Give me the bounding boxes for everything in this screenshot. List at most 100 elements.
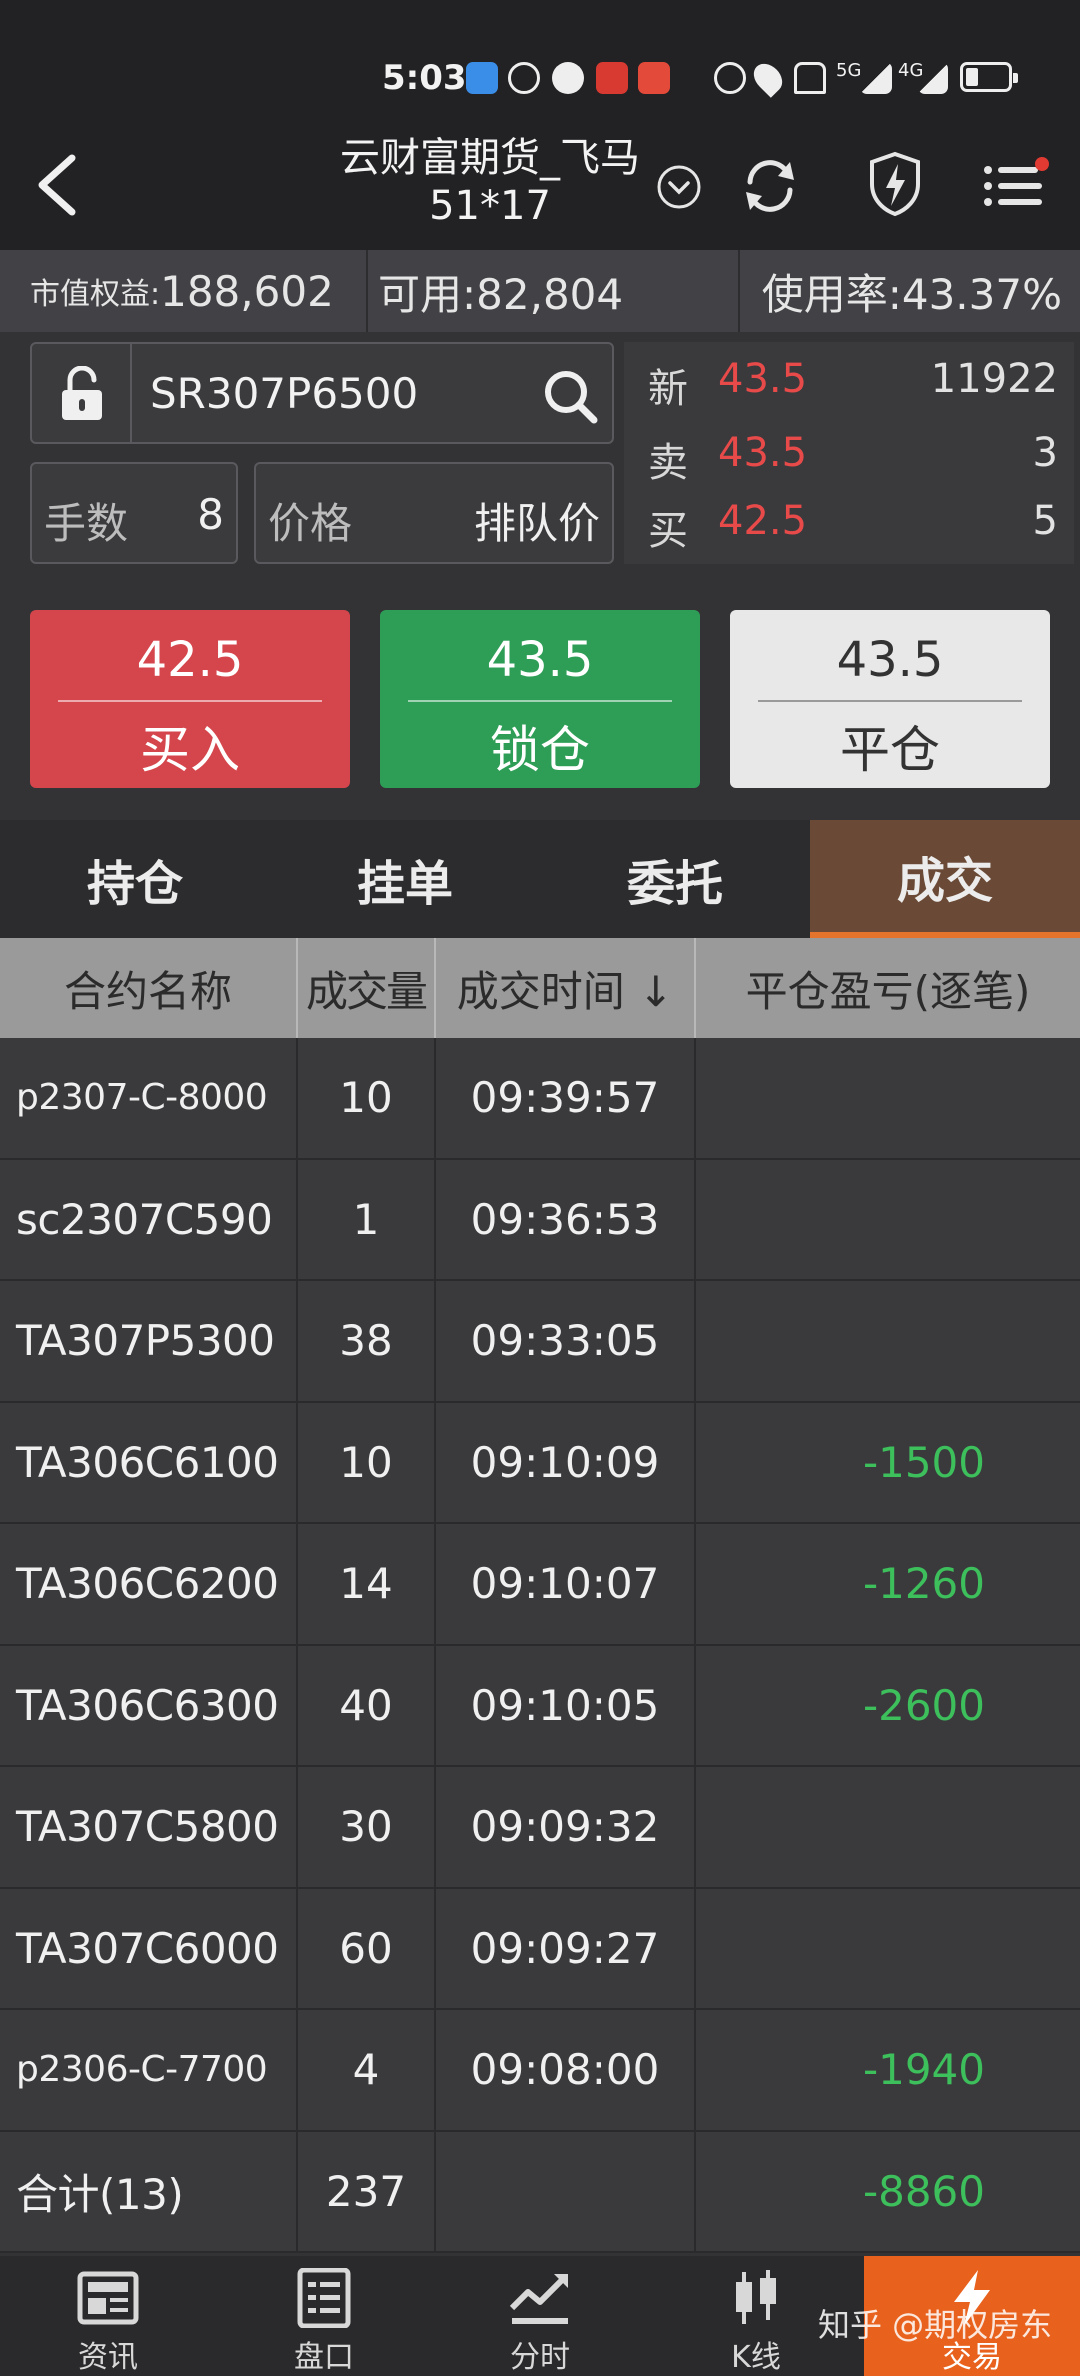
cell-contract: TA307P5300 <box>0 1281 298 1401</box>
lock-label: 锁仓 <box>490 721 590 779</box>
cell-pnl: -1940 <box>862 2045 985 2095</box>
cell-pnl: -1260 <box>862 1559 985 1609</box>
cell-quantity: 60 <box>298 1888 436 2008</box>
table-total-row: 合计(13) 237 -8860 <box>0 2131 1080 2253</box>
cell-quantity: 30 <box>298 1767 436 1887</box>
ask-label: 卖 <box>648 440 688 486</box>
close-price: 43.5 <box>836 632 944 688</box>
cell-quantity: 10 <box>298 1402 436 1522</box>
candlestick-icon <box>736 2270 776 2324</box>
mute-icon <box>794 62 826 94</box>
orderbook-icon <box>297 2268 351 2328</box>
menu-icon[interactable] <box>982 156 1052 216</box>
price-value: 排队价 <box>473 499 600 548</box>
cell-quantity: 40 <box>298 1645 436 1765</box>
table-row[interactable]: sc2307C590 1 09:36:53 <box>0 1159 1080 1281</box>
contract-code-field[interactable]: SR307P6500 <box>30 342 614 444</box>
tab-orders[interactable]: 委托 <box>540 820 810 938</box>
table-row[interactable]: TA307C5800 30 09:09:32 <box>0 1767 1080 1889</box>
total-label: 合计(13) <box>0 2131 298 2251</box>
status-time: 5:03 <box>382 58 467 98</box>
last-volume: 11922 <box>930 356 1058 402</box>
total-time <box>436 2131 696 2251</box>
available-funds: 可用:82,804 <box>368 250 740 332</box>
cell-contract: TA306C6100 <box>0 1402 298 1522</box>
weather-icon <box>466 62 498 94</box>
ask-volume: 3 <box>1032 430 1058 476</box>
news-icon <box>77 2271 139 2325</box>
price-field[interactable]: 价格 排队价 <box>254 462 614 564</box>
header-close-pnl[interactable]: 平仓盈亏(逐笔) <box>696 938 1080 1038</box>
last-label: 新 <box>648 366 688 412</box>
cell-time: 09:10:05 <box>436 1645 696 1765</box>
nav-orderbook[interactable]: 盘口 <box>216 2256 432 2376</box>
cell-time: 09:33:05 <box>436 1281 696 1401</box>
table-row[interactable]: TA307P5300 38 09:33:05 <box>0 1281 1080 1403</box>
account-name: 云财富期货_飞马 <box>340 135 640 181</box>
intraday-chart-icon <box>509 2274 568 2324</box>
cell-pnl <box>696 1281 1080 1401</box>
nav-intraday[interactable]: 分时 <box>432 2256 648 2376</box>
lots-field[interactable]: 手数 8 <box>30 462 238 564</box>
tab-fills[interactable]: 成交 <box>810 820 1080 938</box>
network-5g-label: 5G <box>836 60 862 81</box>
account-title[interactable]: 云财富期货_飞马 51*17 <box>300 134 680 230</box>
cell-quantity: 14 <box>298 1524 436 1644</box>
buy-price: 42.5 <box>136 632 244 688</box>
buy-button[interactable]: 42.5 买入 <box>30 610 350 788</box>
cell-quantity: 4 <box>298 2010 436 2130</box>
cell-pnl <box>696 1767 1080 1887</box>
bid-volume: 5 <box>1032 498 1058 544</box>
nav-orderbook-label: 盘口 <box>294 2340 354 2375</box>
lock-toggle[interactable] <box>32 344 132 442</box>
location-icon <box>748 58 788 98</box>
table-row[interactable]: TA306C6100 10 09:10:09 -1500 <box>0 1402 1080 1524</box>
total-pnl: -8860 <box>862 2166 985 2216</box>
status-bar: 5:03 5G 4G <box>0 0 1080 120</box>
lots-value: 8 <box>197 490 224 539</box>
nav-intraday-label: 分时 <box>510 2340 570 2375</box>
nav-news[interactable]: 资讯 <box>0 2256 216 2376</box>
header-quantity[interactable]: 成交量 <box>298 938 436 1038</box>
contract-code: SR307P6500 <box>150 369 419 418</box>
cell-time: 09:39:57 <box>436 1038 696 1158</box>
shield-bolt-icon[interactable] <box>866 150 924 218</box>
cell-quantity: 1 <box>298 1159 436 1279</box>
header-contract-name[interactable]: 合约名称 <box>0 938 298 1038</box>
cell-contract: TA306C6300 <box>0 1645 298 1765</box>
cell-contract: p2306-C-7700 <box>0 2010 298 2130</box>
table-row[interactable]: TA307C6000 60 09:09:27 <box>0 1888 1080 2010</box>
account-summary-bar: 市值权益: 188,602 可用:82,804 使用率:43.37% <box>0 250 1080 332</box>
table-row[interactable]: TA306C6300 40 09:10:05 -2600 <box>0 1645 1080 1767</box>
table-row[interactable]: TA306C6200 14 09:10:07 -1260 <box>0 1524 1080 1646</box>
back-icon[interactable] <box>28 150 88 220</box>
cell-time: 09:10:09 <box>436 1402 696 1522</box>
close-position-button[interactable]: 43.5 平仓 <box>730 610 1050 788</box>
cell-time: 09:36:53 <box>436 1159 696 1279</box>
cell-quantity: 10 <box>298 1038 436 1158</box>
table-row[interactable]: p2307-C-8000 10 09:39:57 <box>0 1038 1080 1160</box>
cell-pnl <box>696 1889 1080 2009</box>
lots-label: 手数 <box>44 499 129 548</box>
refresh-icon[interactable] <box>740 154 800 218</box>
lock-price: 43.5 <box>486 632 594 688</box>
cell-contract: TA307C5800 <box>0 1767 298 1887</box>
button-divider <box>758 700 1022 702</box>
tab-pending-orders[interactable]: 挂单 <box>270 820 540 938</box>
buy-label: 买入 <box>140 721 240 779</box>
cell-pnl: -2600 <box>862 1680 985 1730</box>
table-row[interactable]: p2306-C-7700 4 09:08:00 -1940 <box>0 2010 1080 2132</box>
bid-label: 买 <box>648 508 688 554</box>
header-fill-time[interactable]: 成交时间 ↓ <box>436 938 696 1038</box>
search-icon[interactable] <box>540 366 600 426</box>
equity-label: 市值权益: <box>30 277 161 312</box>
cell-contract: sc2307C590 <box>0 1159 298 1279</box>
cell-pnl: -1500 <box>862 1437 985 1487</box>
total-quantity: 237 <box>298 2131 436 2251</box>
watermark-text: 知乎 @期权房东 <box>818 2306 1053 2344</box>
chat-icon <box>552 62 584 94</box>
tab-positions[interactable]: 持仓 <box>0 820 270 938</box>
chevron-down-icon[interactable] <box>656 164 702 210</box>
lock-position-button[interactable]: 43.5 锁仓 <box>380 610 700 788</box>
signal-icon-2 <box>918 62 948 94</box>
